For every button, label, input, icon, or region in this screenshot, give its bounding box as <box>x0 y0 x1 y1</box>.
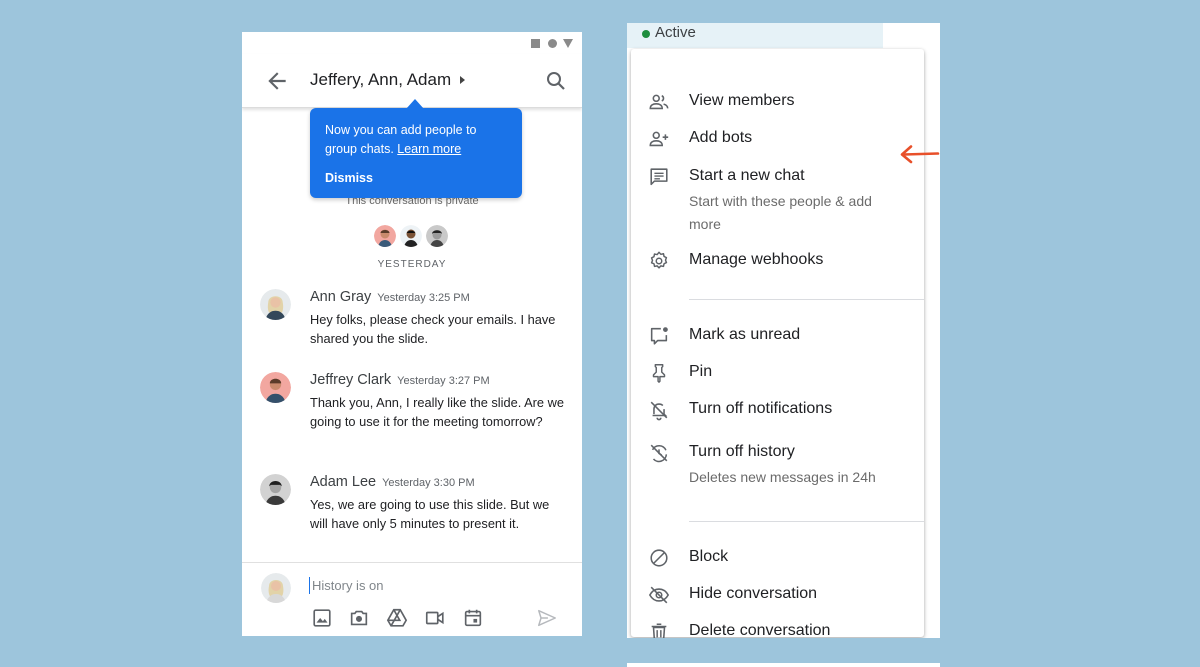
feature-tooltip: Now you can add people to group chats. L… <box>310 99 522 198</box>
message-input[interactable]: History is on <box>309 577 384 594</box>
message-text: Thank you, Ann, I really like the slide.… <box>310 395 564 429</box>
add-person-icon <box>649 131 669 147</box>
menu-item-label: Turn off history <box>689 443 795 460</box>
eye-off-icon <box>648 586 670 604</box>
menu-item-label: Add bots <box>689 129 753 146</box>
member-avatars <box>374 225 448 247</box>
sender-name-text: Adam Lee <box>310 474 377 490</box>
trash-icon <box>651 623 667 638</box>
sender-name: Jeffrey Clark Yesterday 3:27 PM <box>310 372 490 388</box>
message-text: Yes, we are going to use this slide. But… <box>310 497 550 531</box>
chat-icon <box>650 168 668 186</box>
dismiss-button[interactable]: Dismiss <box>325 169 373 188</box>
menu-item-label: Turn off notifications <box>689 400 833 417</box>
back-arrow-icon[interactable] <box>264 68 290 94</box>
active-status-dot <box>642 30 650 38</box>
day-separator: YESTERDAY <box>377 259 447 270</box>
avatar <box>374 225 396 247</box>
menu-item-label: Start a new chat <box>689 167 805 184</box>
people-icon <box>649 94 669 110</box>
camera-icon[interactable] <box>348 607 370 629</box>
message-time: Yesterday 3:27 PM <box>397 375 490 387</box>
pin-icon <box>652 364 666 383</box>
menu-item-label: Mark as unread <box>689 326 801 343</box>
menu-item-label: Pin <box>689 363 713 380</box>
recents-icon <box>531 39 540 48</box>
menu-item-label: Block <box>689 548 729 565</box>
avatar <box>260 289 291 320</box>
back-nav-icon <box>563 39 573 48</box>
drive-icon[interactable] <box>386 607 408 629</box>
image-icon[interactable] <box>311 607 333 629</box>
arrow-annotation-icon <box>900 145 940 164</box>
chat-title-text: Jeffery, Ann, Adam <box>310 70 452 89</box>
status-bar <box>242 32 582 54</box>
sender-name-text: Jeffrey Clark <box>310 372 392 388</box>
calendar-icon[interactable] <box>462 607 484 629</box>
avatar <box>260 372 291 403</box>
video-icon[interactable] <box>424 607 446 629</box>
mark-unread-icon <box>650 327 668 345</box>
sender-name: Adam Lee Yesterday 3:30 PM <box>310 474 475 490</box>
composer: History is on <box>242 562 582 636</box>
active-status-label: Active <box>655 24 696 41</box>
send-icon[interactable] <box>536 607 558 629</box>
avatar <box>261 573 291 603</box>
menu-item-sublabel: Deletes new messages in 24h <box>689 469 876 485</box>
context-menu: View members Add bots Start a new chat S… <box>631 49 924 638</box>
avatar <box>426 225 448 247</box>
sender-name: Ann Gray Yesterday 3:25 PM <box>310 289 470 305</box>
block-icon <box>650 549 668 567</box>
search-icon[interactable] <box>544 69 568 93</box>
avatar <box>400 225 422 247</box>
gear-icon <box>650 251 668 269</box>
message-time: Yesterday 3:30 PM <box>382 477 475 489</box>
caret-right-icon <box>460 76 466 84</box>
menu-item-label: Hide conversation <box>689 585 818 602</box>
message-text: Hey folks, please check your emails. I h… <box>310 312 556 346</box>
menu-item-sublabel: Start with these people & add more <box>689 193 872 232</box>
conversation-menu-panel: Active View members Add bots Start a new… <box>627 23 940 638</box>
chat-phone-screen: Jeffery, Ann, Adam Now you can add peopl… <box>242 32 582 636</box>
menu-divider <box>689 299 924 300</box>
menu-item-label: View members <box>689 92 795 109</box>
learn-more-link[interactable]: Learn more <box>397 142 461 156</box>
bell-off-icon <box>650 401 668 421</box>
menu-item-label: Delete conversation <box>689 622 831 638</box>
avatar <box>260 474 291 505</box>
chat-title[interactable]: Jeffery, Ann, Adam <box>310 70 466 90</box>
message-time: Yesterday 3:25 PM <box>377 292 470 304</box>
sender-name-text: Ann Gray <box>310 289 372 305</box>
history-off-icon <box>650 444 668 463</box>
menu-item-label: Manage webhooks <box>689 251 824 268</box>
presence-bar: Active <box>627 23 883 48</box>
home-icon <box>548 39 557 48</box>
menu-divider <box>689 521 924 522</box>
bottom-edge-strip <box>627 663 940 667</box>
